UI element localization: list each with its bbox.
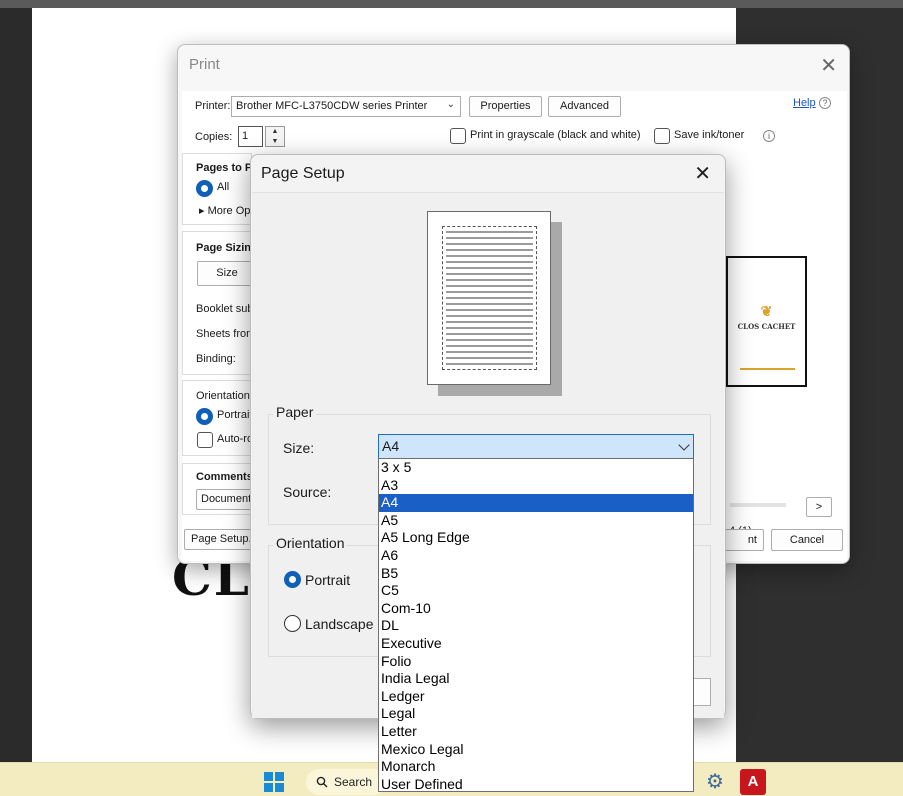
windows-start-icon[interactable]: [264, 772, 284, 792]
dropdown-option[interactable]: A4: [379, 494, 693, 512]
paper-size-select[interactable]: A4: [378, 434, 694, 460]
portrait-label: Portrait: [217, 409, 253, 421]
dropdown-option[interactable]: Executive: [379, 635, 693, 653]
copies-stepper[interactable]: ▲ ▼: [265, 126, 285, 147]
dropdown-option[interactable]: A6: [379, 547, 693, 565]
dropdown-option[interactable]: A5 Long Edge: [379, 529, 693, 547]
dropdown-option[interactable]: Com-10: [379, 600, 693, 618]
dropdown-option[interactable]: A5: [379, 512, 693, 530]
portrait-radio[interactable]: [284, 571, 301, 588]
printer-label: Printer:: [195, 100, 231, 112]
dropdown-option[interactable]: A3: [379, 477, 693, 495]
close-icon[interactable]: ✕: [820, 53, 837, 77]
all-pages-radio[interactable]: [196, 180, 213, 197]
auto-rotate-checkbox[interactable]: [197, 432, 213, 448]
copies-label: Copies:: [195, 131, 233, 143]
dropdown-option[interactable]: User Defined: [379, 776, 693, 791]
orientation-section: Orientation: Portrait Auto-ro: [182, 380, 254, 456]
comments-section: Comments Document: [182, 463, 256, 515]
printer-select[interactable]: Brother MFC-L3750CDW series Printer ⌄: [231, 96, 461, 117]
dropdown-option[interactable]: 3 x 5: [379, 459, 693, 477]
binding-label: Binding:: [196, 353, 236, 365]
save-ink-label: Save ink/toner: [674, 129, 745, 141]
search-icon: [316, 776, 328, 788]
paper-size-dropdown[interactable]: 3 x 5 A3 A4 A5 A5 Long Edge A6 B5 C5 Com-10 DL Exe…: [378, 458, 694, 792]
preview-brand-logo: ❦ CLOS CACHET: [728, 304, 805, 331]
page-setup-button[interactable]: Page Setup...: [184, 529, 258, 550]
print-dialog-title: Print: [189, 56, 220, 73]
page-setup-title: Page Setup: [261, 165, 345, 182]
preview-gold-line: [740, 368, 795, 370]
sheets-from-label: Sheets from: [196, 328, 256, 340]
pages-to-print-section: Pages to Pri All ▸ More Op: [182, 153, 260, 225]
size-label: Size:: [283, 440, 315, 456]
acrobat-icon[interactable]: A: [740, 769, 766, 795]
app-top-bar: [0, 0, 903, 8]
page-sizing-section: Page Sizing Size Booklet sub Sheets from…: [182, 231, 258, 375]
chevron-down-icon: [678, 439, 690, 451]
save-ink-checkbox[interactable]: [654, 128, 670, 144]
page-sizing-heading: Page Sizing: [196, 242, 258, 254]
grayscale-checkbox[interactable]: [450, 128, 466, 144]
dropdown-option[interactable]: C5: [379, 582, 693, 600]
next-page-button[interactable]: >: [806, 497, 832, 517]
printer-select-value: Brother MFC-L3750CDW series Printer: [236, 100, 428, 112]
grayscale-label: Print in grayscale (black and white): [470, 129, 641, 141]
page-preview: [427, 211, 551, 385]
close-icon[interactable]: ✕: [694, 161, 711, 185]
paper-size-value: A4: [382, 438, 400, 454]
more-options-label: More Op: [207, 205, 251, 217]
taskbar-search-label: Search: [334, 775, 373, 789]
advanced-button[interactable]: Advanced: [548, 96, 621, 117]
copies-input[interactable]: 1: [238, 126, 263, 147]
gear-icon[interactable]: ⚙: [704, 771, 726, 793]
dropdown-option[interactable]: DL: [379, 617, 693, 635]
print-button[interactable]: nt: [722, 529, 764, 551]
help-icon[interactable]: ?: [819, 97, 831, 109]
page-margin-outline: [442, 226, 537, 370]
taskbar-search-button[interactable]: Search: [306, 769, 386, 795]
info-icon[interactable]: i: [763, 130, 775, 142]
paper-legend: Paper: [273, 404, 317, 420]
properties-button[interactable]: Properties: [469, 96, 542, 117]
size-tab[interactable]: Size: [197, 261, 257, 286]
all-pages-label: All: [217, 181, 230, 193]
dropdown-option[interactable]: Ledger: [379, 688, 693, 706]
dropdown-option[interactable]: Mexico Legal: [379, 741, 693, 759]
comments-select[interactable]: Document: [196, 489, 256, 510]
more-options-toggle[interactable]: ▸ More Op: [199, 204, 250, 217]
dropdown-option[interactable]: Letter: [379, 723, 693, 741]
dropdown-option[interactable]: India Legal: [379, 670, 693, 688]
help-link[interactable]: Help: [793, 97, 816, 109]
print-preview-thumbnail: ❦ CLOS CACHET: [726, 256, 807, 387]
preview-brand-text: CLOS CACHET: [737, 322, 796, 331]
comments-heading: Comments: [196, 471, 253, 483]
orientation-legend: Orientation: [273, 535, 348, 551]
chevron-down-icon[interactable]: ▼: [266, 137, 284, 147]
dropdown-option[interactable]: Folio: [379, 653, 693, 671]
dropdown-option[interactable]: B5: [379, 565, 693, 583]
preview-scrollbar[interactable]: [730, 503, 786, 507]
auto-rotate-label: Auto-ro: [217, 433, 254, 445]
portrait-radio[interactable]: [196, 408, 213, 425]
dropdown-option[interactable]: Monarch: [379, 758, 693, 776]
portrait-label: Portrait: [305, 572, 351, 588]
chevron-up-icon[interactable]: ▲: [266, 127, 284, 137]
cancel-button[interactable]: Cancel: [771, 529, 843, 551]
orientation-label: Orientation:: [196, 390, 253, 402]
grape-logo-icon: ❦: [760, 304, 773, 320]
chevron-down-icon: ⌄: [446, 99, 455, 110]
source-label: Source:: [283, 484, 332, 500]
booklet-label: Booklet sub: [196, 303, 254, 315]
landscape-radio[interactable]: [284, 615, 301, 632]
landscape-label: Landscape: [305, 616, 374, 632]
dropdown-option[interactable]: Legal: [379, 705, 693, 723]
